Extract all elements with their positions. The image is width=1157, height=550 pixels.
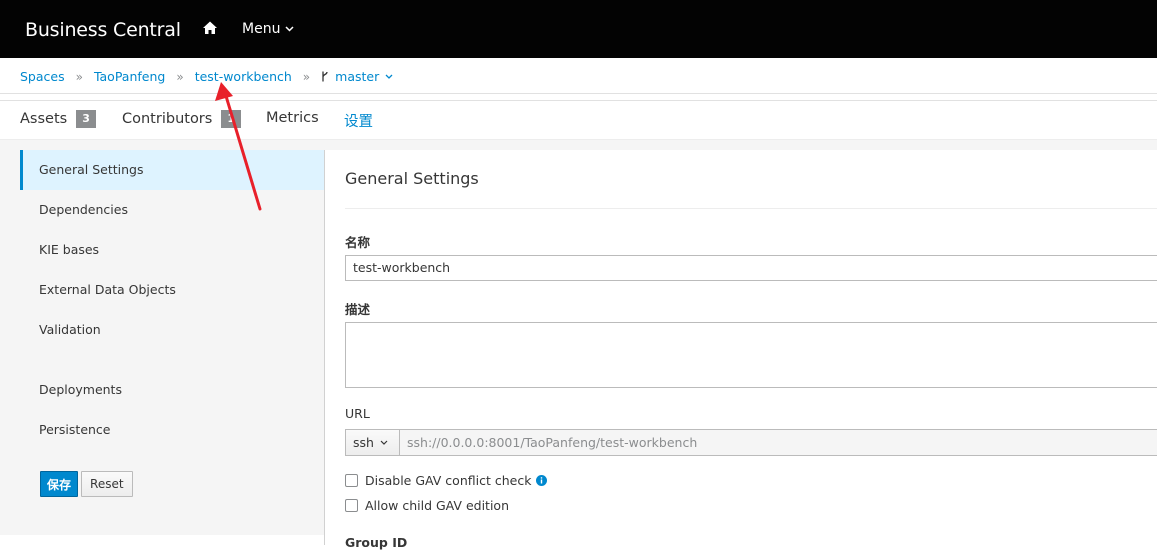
settings-actions: 保存 Reset [40, 471, 133, 497]
top-navbar: Business Central Menu [0, 0, 1157, 58]
breadcrumb-spaces[interactable]: Spaces [20, 69, 65, 84]
chevron-down-icon [285, 26, 294, 32]
breadcrumb-separator: » [176, 69, 184, 84]
url-protocol-value: ssh [353, 435, 374, 450]
info-icon[interactable] [536, 475, 548, 486]
url-protocol-select[interactable]: ssh [345, 429, 400, 456]
sidebar-item-external-data-objects[interactable]: External Data Objects [20, 270, 325, 310]
sidebar-item-dependencies[interactable]: Dependencies [20, 190, 325, 230]
divider [345, 208, 1157, 209]
disable-gav-row: Disable GAV conflict check [345, 473, 548, 488]
branch-icon [322, 71, 328, 82]
disable-gav-checkbox[interactable] [345, 474, 358, 487]
url-group: ssh ssh://0.0.0.0:8001/TaoPanfeng/test-w… [345, 429, 1157, 456]
count-badge: 3 [76, 110, 96, 128]
settings-sidebar: General Settings Dependencies KIE bases … [20, 150, 325, 450]
sidebar-item-kie-bases[interactable]: KIE bases [20, 230, 325, 270]
tab-metrics[interactable]: Metrics [266, 110, 319, 126]
url-label: URL [345, 406, 370, 421]
allow-child-gav-row: Allow child GAV edition [345, 498, 509, 513]
breadcrumb-separator: » [75, 69, 83, 84]
description-label: 描述 [345, 302, 371, 317]
count-badge: 1 [221, 110, 241, 128]
chevron-down-icon [380, 440, 388, 445]
menu-label: Menu [242, 21, 281, 37]
reset-button[interactable]: Reset [81, 471, 133, 497]
chevron-down-icon [385, 74, 393, 79]
tab-label: Contributors [122, 111, 213, 127]
general-settings-panel: General Settings 名称 test-workbench 描述 UR… [324, 150, 1157, 550]
panel-title: General Settings [345, 169, 479, 188]
settings-content: General Settings Dependencies KIE bases … [0, 140, 1157, 550]
branch-selector[interactable]: master [321, 69, 393, 84]
menu-dropdown[interactable]: Menu [242, 21, 294, 37]
url-field[interactable]: ssh://0.0.0.0:8001/TaoPanfeng/test-workb… [400, 429, 1157, 456]
breadcrumb-bar: Spaces » TaoPanfeng » test-workbench » m… [0, 58, 1157, 94]
brand-title[interactable]: Business Central [25, 19, 181, 41]
branch-name: master [335, 69, 380, 84]
tab-label: Metrics [266, 110, 319, 126]
sidebar-item-persistence[interactable]: Persistence [20, 410, 325, 450]
project-tabs: Assets 3 Contributors 1 Metrics 设置 [0, 100, 1157, 143]
breadcrumb-separator: » [302, 69, 311, 84]
tab-label: 设置 [344, 114, 373, 130]
name-field[interactable]: test-workbench [345, 255, 1157, 281]
name-label: 名称 [345, 235, 371, 250]
sidebar-item-general-settings[interactable]: General Settings [20, 150, 325, 190]
save-button[interactable]: 保存 [40, 471, 79, 497]
disable-gav-label: Disable GAV conflict check [365, 473, 532, 488]
breadcrumb-project[interactable]: test-workbench [195, 69, 292, 84]
tab-label: Assets [20, 111, 68, 127]
tab-settings[interactable]: 设置 [344, 110, 373, 143]
sidebar-item-validation[interactable]: Validation [20, 310, 325, 350]
allow-child-gav-label: Allow child GAV edition [365, 498, 509, 513]
sidebar-item-deployments[interactable]: Deployments [20, 370, 325, 410]
tab-contributors[interactable]: Contributors 1 [122, 110, 241, 128]
home-icon[interactable] [202, 20, 220, 38]
breadcrumb-space[interactable]: TaoPanfeng [94, 69, 165, 84]
group-id-label: Group ID [345, 535, 408, 550]
breadcrumb: Spaces » TaoPanfeng » test-workbench » m… [20, 69, 393, 84]
description-field[interactable] [345, 322, 1157, 388]
tab-assets[interactable]: Assets 3 [20, 110, 96, 128]
allow-child-gav-checkbox[interactable] [345, 499, 358, 512]
